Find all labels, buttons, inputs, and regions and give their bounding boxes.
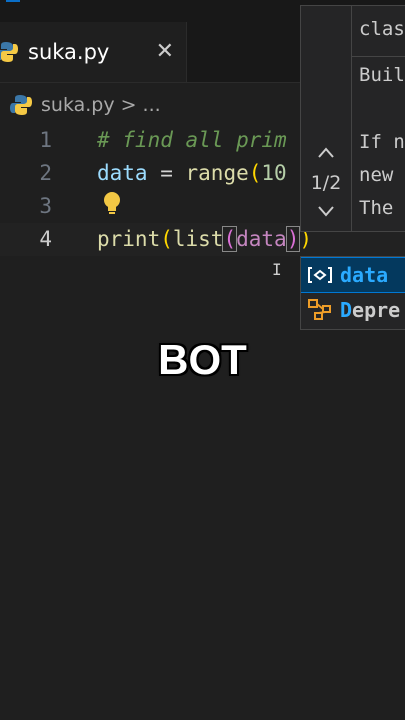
tab-suka-py[interactable]: suka.py ✕ bbox=[0, 22, 187, 82]
doc-line: Buil bbox=[359, 64, 405, 86]
doc-line: The bbox=[359, 197, 394, 219]
lightbulb-icon[interactable] bbox=[100, 190, 124, 216]
code-token-function: print bbox=[97, 227, 161, 251]
code-token-paren: ( bbox=[222, 226, 238, 252]
chevron-right-icon: > bbox=[120, 94, 137, 116]
text-cursor-icon: I bbox=[272, 260, 282, 279]
chevron-down-icon[interactable] bbox=[316, 204, 336, 218]
doc-line: new bbox=[359, 164, 394, 186]
code-token-paren: ( bbox=[248, 161, 262, 185]
suggestion-widget[interactable]: data Depre bbox=[300, 256, 405, 330]
code-token-variable: data bbox=[97, 161, 148, 185]
python-icon bbox=[10, 95, 32, 115]
code-token-function: range bbox=[185, 161, 249, 185]
doc-line: If n bbox=[359, 131, 405, 153]
suggestion-item[interactable]: Depre bbox=[301, 293, 405, 327]
overload-counter: 1/2 bbox=[310, 172, 342, 194]
code-token-function: list bbox=[172, 227, 224, 251]
hint-signature: clas bbox=[359, 18, 405, 40]
code-comment: # find all prim bbox=[97, 128, 287, 152]
app-logo-icon bbox=[6, 0, 20, 2]
breadcrumb: suka.py > ... bbox=[10, 91, 161, 119]
code-token-argument: data bbox=[236, 227, 287, 251]
line-number: 4 bbox=[39, 227, 52, 251]
hint-documentation: clas Buil If n new The bbox=[351, 6, 405, 231]
code-token-number: 10 bbox=[261, 161, 287, 185]
code-token-paren: ) bbox=[285, 226, 301, 252]
parameter-hint-widget[interactable]: 1/2 clas Buil If n new The bbox=[300, 5, 405, 232]
suggestion-label: data bbox=[340, 263, 389, 287]
suggestion-label: Depre bbox=[340, 298, 401, 322]
python-icon bbox=[0, 42, 18, 62]
breadcrumb-rest[interactable]: ... bbox=[143, 94, 161, 116]
tab-label: suka.py bbox=[28, 40, 110, 64]
chevron-up-icon[interactable] bbox=[316, 146, 336, 160]
code-token-operator: = bbox=[147, 161, 186, 185]
suggestion-item[interactable]: data bbox=[301, 257, 405, 293]
breadcrumb-file[interactable]: suka.py bbox=[41, 94, 115, 116]
caption-overlay: BOT bbox=[158, 336, 247, 383]
code-text: print(list(data)) bbox=[97, 223, 312, 256]
line-number: 3 bbox=[39, 194, 52, 218]
divider bbox=[351, 56, 405, 57]
line-number: 2 bbox=[39, 161, 52, 185]
code-token-paren: ( bbox=[160, 227, 173, 251]
class-icon bbox=[307, 299, 333, 321]
variable-icon bbox=[307, 264, 333, 286]
hint-navigation: 1/2 bbox=[301, 6, 352, 231]
code-text: data = range(10 bbox=[97, 157, 287, 190]
close-icon[interactable]: ✕ bbox=[156, 41, 174, 63]
line-number: 1 bbox=[39, 128, 52, 152]
